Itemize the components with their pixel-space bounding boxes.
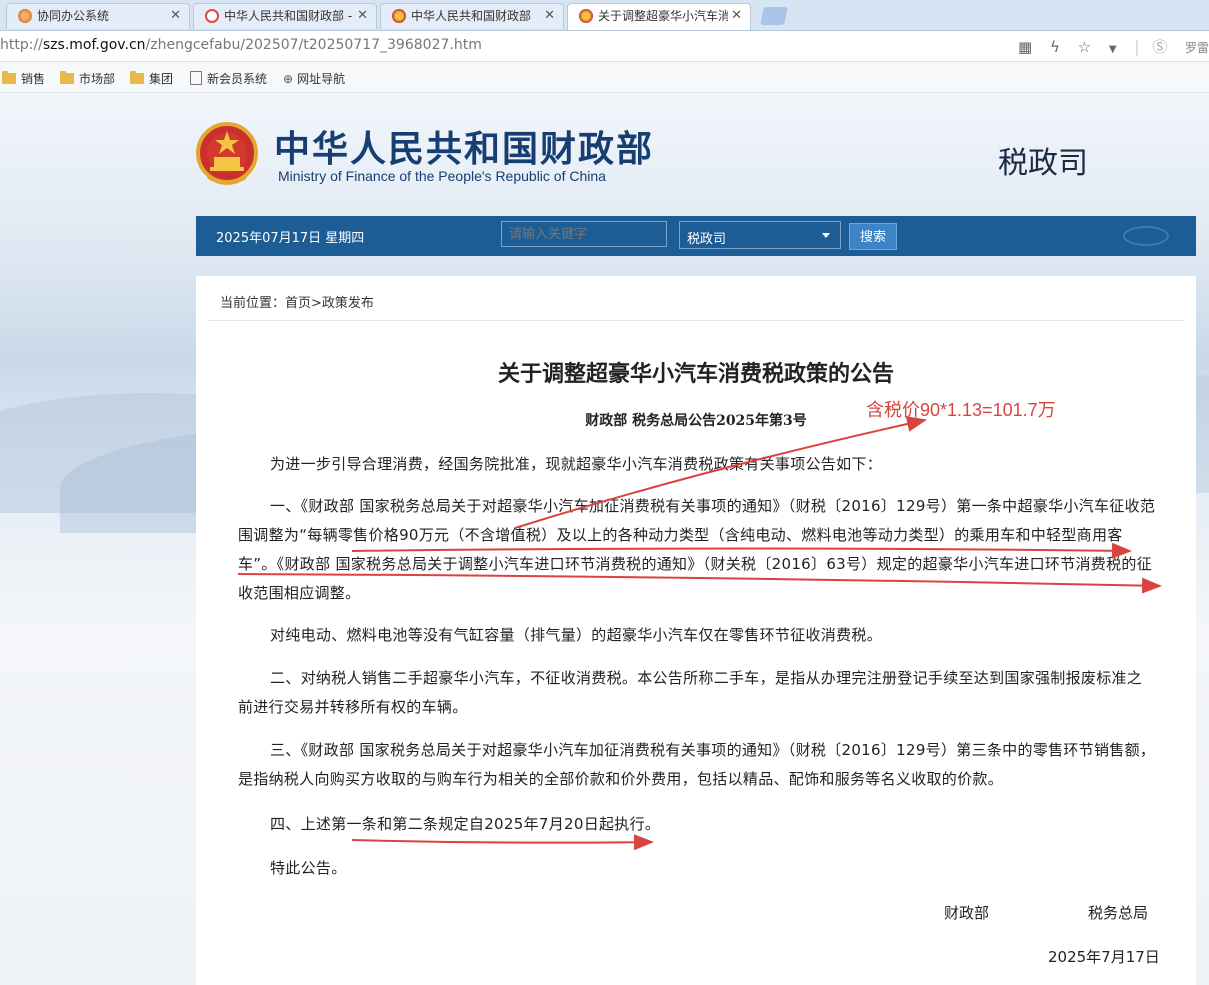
annotation-arrows <box>237 416 1162 851</box>
arrow-to-annotation <box>514 416 927 529</box>
underline-arrow-3 <box>351 834 654 851</box>
underline-arrow-2 <box>237 573 1162 594</box>
underline-arrow-1 <box>351 542 1132 559</box>
